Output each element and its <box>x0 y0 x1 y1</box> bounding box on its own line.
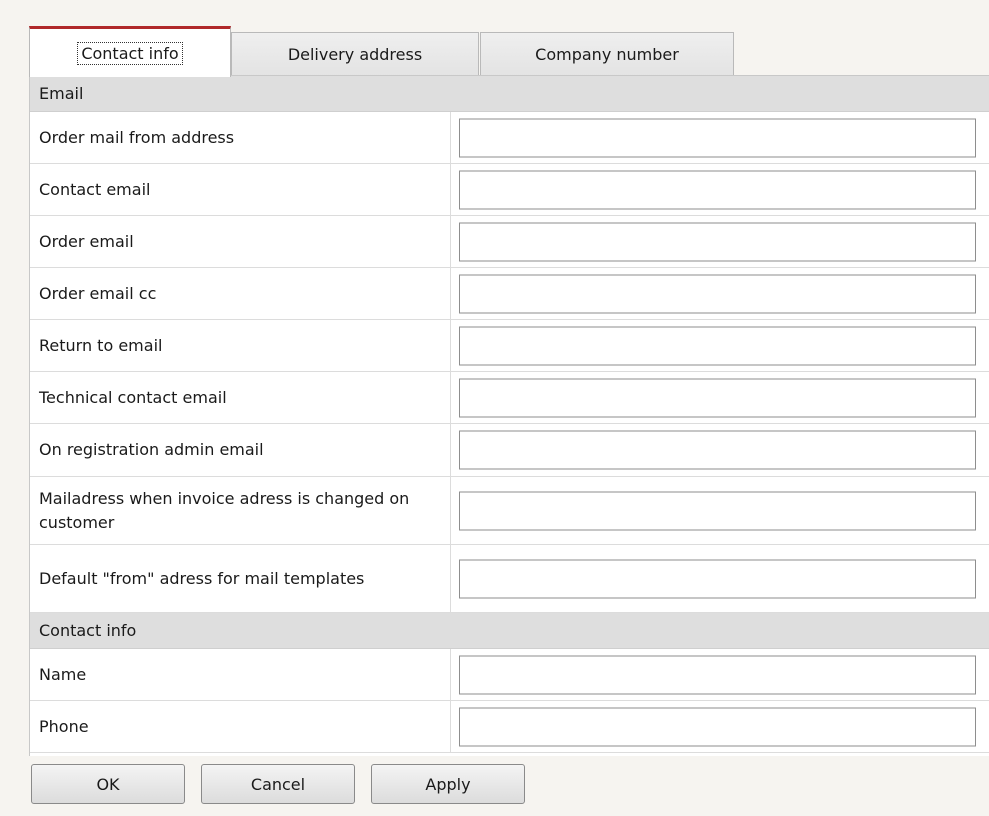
settings-dialog: Contact info Delivery address Company nu… <box>0 0 989 816</box>
contact-email-input[interactable] <box>459 170 976 209</box>
tab-bar: Contact info Delivery address Company nu… <box>29 26 979 77</box>
field-label-invoice-change-mail: Mailadress when invoice adress is change… <box>39 488 410 532</box>
section-header-email: Email <box>30 76 989 112</box>
invoice-change-mail-input[interactable] <box>459 491 976 530</box>
form-row-phone: Phone <box>30 701 989 753</box>
field-label-return-to-email: Return to email <box>39 335 163 355</box>
form-row-technical-contact-email: Technical contact email <box>30 372 989 424</box>
column-divider <box>450 701 451 752</box>
form-panel: Email Order mail from address Contact em… <box>29 75 989 756</box>
column-divider <box>450 372 451 423</box>
section-header-contact-info: Contact info <box>30 613 989 649</box>
order-email-cc-input[interactable] <box>459 274 976 313</box>
phone-input[interactable] <box>459 707 976 746</box>
column-divider <box>450 164 451 215</box>
technical-contact-email-input[interactable] <box>459 378 976 417</box>
order-mail-from-input[interactable] <box>459 118 976 157</box>
column-divider <box>450 320 451 371</box>
column-divider <box>450 477 451 544</box>
section-title-contact-info: Contact info <box>39 621 137 640</box>
form-row-registration-admin-email: On registration admin email <box>30 424 989 477</box>
field-label-order-email: Order email <box>39 231 134 251</box>
tab-company-number-label: Company number <box>535 45 679 64</box>
column-divider <box>450 649 451 700</box>
column-divider <box>450 424 451 476</box>
tab-company-number[interactable]: Company number <box>480 32 734 76</box>
tab-delivery-address-label: Delivery address <box>287 45 423 64</box>
column-divider <box>450 268 451 319</box>
default-from-address-input[interactable] <box>459 559 976 598</box>
field-label-default-from-address: Default "from" adress for mail templates <box>39 568 365 588</box>
tab-contact-info-label: Contact info <box>77 41 183 65</box>
cancel-button[interactable]: Cancel <box>201 764 355 804</box>
form-row-order-email: Order email <box>30 216 989 268</box>
field-label-registration-admin-email: On registration admin email <box>39 440 264 459</box>
form-row-name: Name <box>30 649 989 701</box>
form-row-default-from-address: Default "from" adress for mail templates <box>30 545 989 613</box>
tab-contact-info[interactable]: Contact info <box>29 26 231 77</box>
field-label-order-mail-from: Order mail from address <box>39 127 235 147</box>
field-label-technical-contact-email: Technical contact email <box>39 387 227 407</box>
field-label-phone: Phone <box>39 716 89 736</box>
ok-button[interactable]: OK <box>31 764 185 804</box>
column-divider <box>450 216 451 267</box>
field-label-contact-email: Contact email <box>39 179 151 199</box>
column-divider <box>450 112 451 163</box>
form-row-return-to-email: Return to email <box>30 320 989 372</box>
form-row-order-mail-from: Order mail from address <box>30 112 989 164</box>
form-row-order-email-cc: Order email cc <box>30 268 989 320</box>
section-title-email: Email <box>39 84 84 103</box>
name-input[interactable] <box>459 655 976 694</box>
order-email-input[interactable] <box>459 222 976 261</box>
tab-delivery-address[interactable]: Delivery address <box>231 32 479 76</box>
form-row-invoice-change-mail: Mailadress when invoice adress is change… <box>30 477 989 545</box>
return-to-email-input[interactable] <box>459 326 976 365</box>
registration-admin-email-input[interactable] <box>459 430 976 470</box>
field-label-order-email-cc: Order email cc <box>39 283 157 303</box>
apply-button[interactable]: Apply <box>371 764 525 804</box>
form-row-contact-email: Contact email <box>30 164 989 216</box>
column-divider <box>450 545 451 612</box>
field-label-name: Name <box>39 664 87 684</box>
